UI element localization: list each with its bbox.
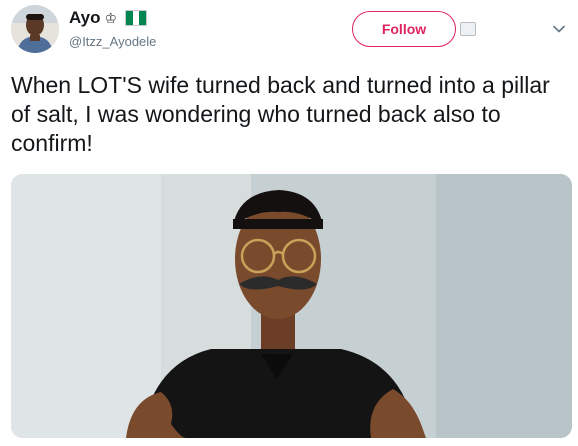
tweet-media-image[interactable]: [11, 174, 572, 438]
display-name[interactable]: Ayo ♔: [69, 8, 148, 28]
avatar-image: [11, 5, 59, 53]
nigeria-flag-icon: [125, 10, 148, 26]
user-handle[interactable]: @Itzz_Ayodele: [69, 34, 156, 49]
media-photo: [11, 174, 572, 438]
crown-icon: ♔: [104, 9, 118, 26]
avatar[interactable]: [11, 5, 59, 53]
follow-button[interactable]: Follow: [352, 11, 456, 47]
tweet-text: When LOT'S wife turned back and turned i…: [11, 72, 550, 156]
display-name-text: Ayo: [69, 8, 101, 27]
user-card-icon: [460, 22, 476, 36]
tweet-card: Ayo ♔ @Itzz_Ayodele Follow When LOT'S wi…: [0, 0, 578, 446]
chevron-down-icon[interactable]: [552, 22, 566, 36]
